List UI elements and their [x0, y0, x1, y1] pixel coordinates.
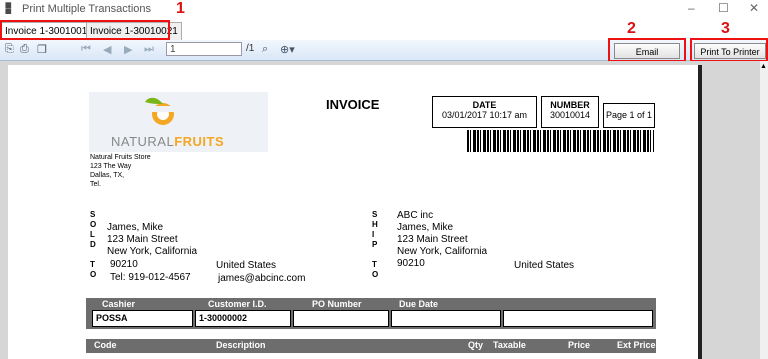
- scroll-up-icon[interactable]: ▲: [760, 63, 767, 70]
- number-value: 30010014: [549, 110, 591, 120]
- sold-letter: T: [90, 260, 95, 269]
- page-number-input[interactable]: 1: [166, 42, 242, 56]
- sold-letter: S: [90, 210, 96, 219]
- sold-country: United States: [216, 260, 277, 271]
- close-button[interactable]: ✕: [749, 1, 759, 15]
- marker-1: 1: [176, 0, 185, 17]
- sold-letter: D: [90, 240, 96, 249]
- sold-letter: O: [90, 220, 97, 229]
- marker-2: 2: [627, 20, 636, 37]
- order-header-row: Cashier Customer I.D. PO Number Due Date: [86, 298, 656, 310]
- maximize-button[interactable]: ☐: [718, 1, 729, 15]
- page-info: Page 1 of 1: [603, 103, 655, 128]
- title-bar: ▦ ▦ Print Multiple Transactions – ☐ ✕: [0, 0, 768, 20]
- description-header: Description: [216, 340, 266, 350]
- sold-letter: L: [90, 230, 95, 239]
- due-date-header: Due Date: [399, 299, 439, 309]
- print-icon[interactable]: ⎙: [20, 43, 29, 56]
- sold-street: 123 Main Street: [107, 234, 178, 245]
- sold-zip: 90210: [110, 259, 138, 270]
- cashier-cell: POSSA: [92, 310, 193, 327]
- ship-name: James, Mike: [397, 222, 454, 233]
- ship-letter: T: [372, 260, 377, 269]
- ext-price-header: Ext Price: [617, 340, 656, 350]
- sold-tel: Tel: 919-012-4567: [110, 272, 191, 283]
- number-box: NUMBER 30010014: [541, 96, 599, 128]
- store-tel: Tel.: [90, 181, 101, 188]
- sold-letter: O: [90, 270, 97, 279]
- store-name: Natural Fruits Store: [90, 154, 151, 161]
- previous-page-icon[interactable]: ◀: [103, 43, 111, 56]
- customer-id-cell: 1-30000002: [195, 310, 291, 327]
- ship-country: United States: [514, 260, 575, 271]
- store-address: Natural Fruits Store 123 The Way Dallas,…: [90, 153, 151, 189]
- extra-cell: [503, 310, 653, 327]
- code-header: Code: [94, 340, 117, 350]
- minimize-button[interactable]: –: [688, 1, 695, 15]
- ship-letter: O: [372, 270, 379, 279]
- po-number-cell: [293, 310, 389, 327]
- invoice-title: INVOICE: [326, 97, 380, 112]
- sold-to-address: James, Mike 123 Main Street New York, Ca…: [107, 222, 197, 258]
- copy-icon[interactable]: ❐: [37, 43, 47, 56]
- ship-street: 123 Main Street: [397, 234, 468, 245]
- sold-email: james@abcinc.com: [218, 273, 306, 284]
- ship-to-address: ABC inc James, Mike 123 Main Street New …: [397, 210, 487, 270]
- ship-company: ABC inc: [397, 210, 434, 221]
- zoom-icon[interactable]: ⊕▾: [280, 43, 295, 56]
- line-items-header: Code Description Qty Taxable Price Ext P…: [86, 339, 656, 353]
- ship-letter: I: [372, 230, 375, 239]
- qty-header: Qty: [468, 340, 484, 350]
- vertical-scrollbar[interactable]: ▲: [760, 61, 768, 359]
- ship-letter: S: [372, 210, 378, 219]
- next-page-icon[interactable]: ▶: [124, 43, 132, 56]
- price-header: Price: [568, 340, 591, 350]
- find-icon[interactable]: ⌕: [262, 43, 268, 56]
- ship-letter: P: [372, 240, 378, 249]
- store-city: Dallas, TX,: [90, 172, 125, 179]
- export-icon[interactable]: ⎘: [5, 43, 14, 56]
- po-number-header: PO Number: [312, 299, 362, 309]
- highlight-box-email: [608, 38, 686, 62]
- logo-text-fruits: FRUITS: [174, 134, 225, 149]
- date-value: 03/01/2017 10:17 am: [441, 110, 528, 120]
- ship-letter-gap: [372, 250, 380, 260]
- store-street: 123 The Way: [90, 163, 132, 170]
- cashier-header: Cashier: [102, 299, 136, 309]
- ship-letter: H: [372, 220, 378, 229]
- logo-text-natural: NATURAL: [111, 134, 175, 149]
- taxable-header: Taxable: [493, 340, 526, 350]
- date-box: DATE 03/01/2017 10:17 am: [432, 96, 537, 128]
- first-page-icon[interactable]: ⏮: [81, 43, 91, 56]
- date-label: DATE: [472, 100, 497, 110]
- customer-id-header: Customer I.D.: [208, 299, 267, 309]
- ship-city: New York, California: [397, 246, 488, 257]
- highlight-box-tabs: [0, 20, 170, 40]
- ship-to-label: S H I P T O: [372, 210, 380, 280]
- app-icon: ▦ ▦: [5, 2, 12, 15]
- number-label: NUMBER: [550, 100, 590, 110]
- highlight-box-print: [690, 38, 768, 62]
- ship-zip: 90210: [397, 258, 425, 269]
- page-count: /1: [246, 43, 255, 54]
- window-title: Print Multiple Transactions: [22, 3, 151, 15]
- sold-to-label: S O L D T O: [90, 210, 98, 280]
- barcode: [467, 130, 654, 152]
- last-page-icon[interactable]: ⏭: [144, 43, 154, 56]
- company-logo: NATURALFRUITS: [89, 92, 268, 152]
- marker-3: 3: [721, 20, 730, 37]
- sold-letter-gap: [90, 250, 98, 260]
- due-date-cell: [391, 310, 501, 327]
- sold-name: James, Mike: [107, 222, 164, 233]
- sold-city: New York, California: [107, 246, 198, 257]
- logo-text: NATURALFRUITS: [111, 134, 224, 149]
